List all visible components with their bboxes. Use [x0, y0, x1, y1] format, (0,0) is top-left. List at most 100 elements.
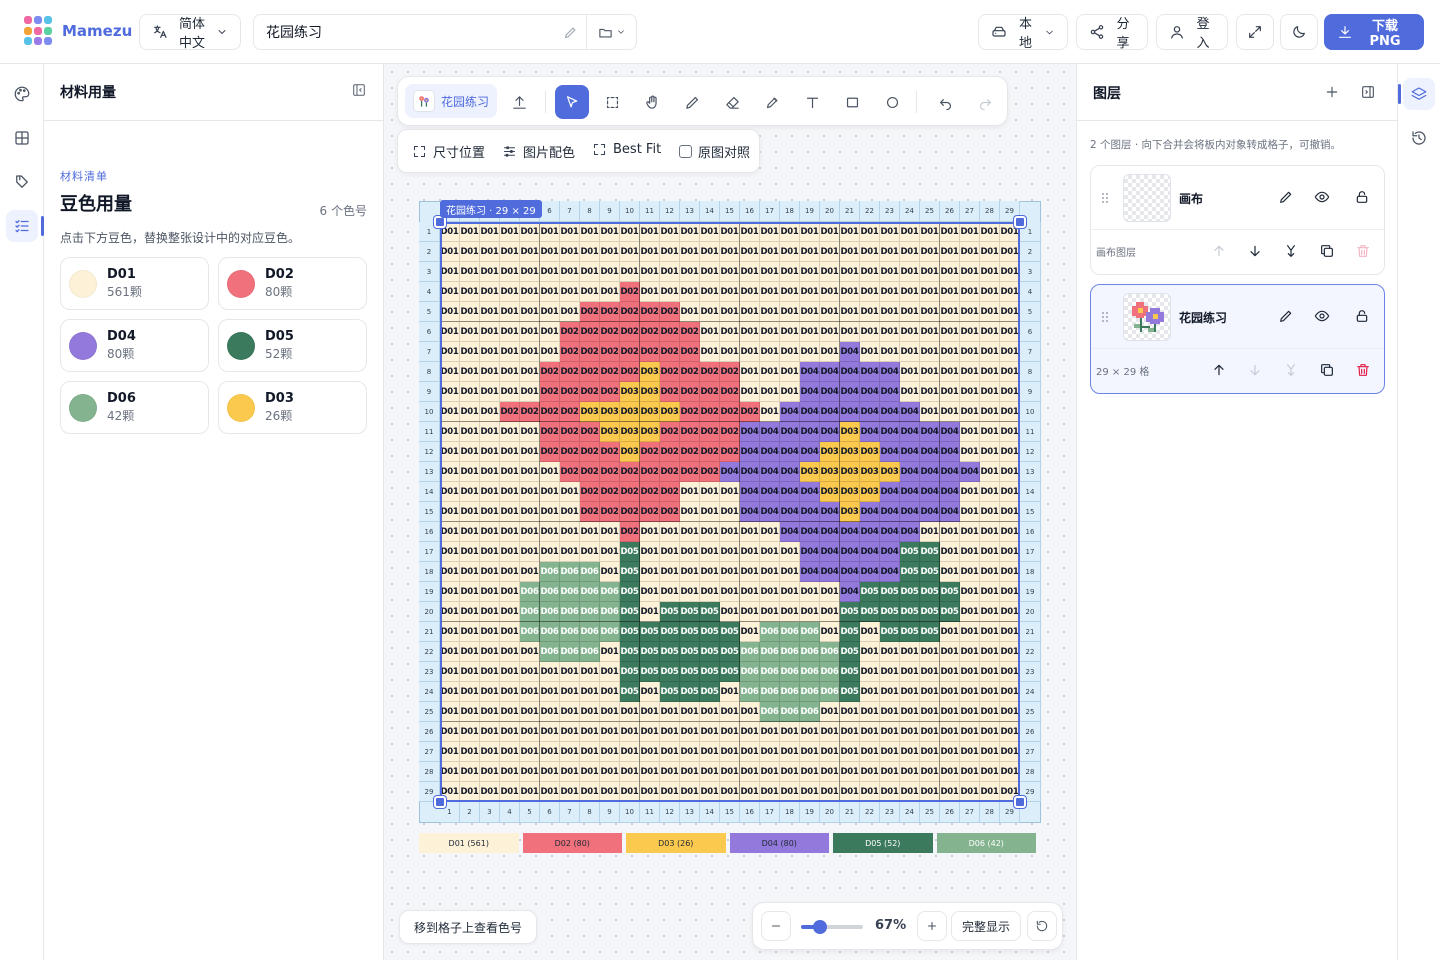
bead-color-card[interactable]: D03 26颗 [218, 381, 367, 434]
bead-cell[interactable]: D05 [900, 542, 920, 562]
bead-cell[interactable]: D01 [620, 782, 640, 802]
bead-cell[interactable]: D01 [700, 742, 720, 762]
bead-cell[interactable]: D01 [660, 242, 680, 262]
bead-cell[interactable]: D03 [880, 462, 900, 482]
bead-cell[interactable]: D01 [680, 702, 700, 722]
bead-cell[interactable]: D04 [960, 462, 980, 482]
bead-cell[interactable]: D01 [1000, 482, 1020, 502]
bead-cell[interactable]: D03 [660, 402, 680, 422]
bead-cell[interactable]: D01 [540, 462, 560, 482]
bead-cell[interactable]: D01 [980, 422, 1000, 442]
bead-cell[interactable]: D01 [940, 562, 960, 582]
bead-cell[interactable]: D01 [860, 622, 880, 642]
size-position-button[interactable]: 尺寸位置 [412, 142, 485, 161]
bead-cell[interactable]: D01 [900, 682, 920, 702]
bead-cell[interactable]: D06 [560, 562, 580, 582]
bead-cell[interactable]: D01 [440, 742, 460, 762]
bead-cell[interactable]: D03 [820, 482, 840, 502]
bead-cell[interactable]: D04 [900, 422, 920, 442]
bead-cell[interactable]: D05 [620, 662, 640, 682]
bead-cell[interactable]: D01 [800, 322, 820, 342]
bead-cell[interactable]: D01 [1000, 322, 1020, 342]
bead-cell[interactable]: D01 [900, 762, 920, 782]
bead-cell[interactable]: D06 [520, 622, 540, 642]
bead-cell[interactable]: D01 [880, 302, 900, 322]
bead-cell[interactable]: D01 [840, 222, 860, 242]
bead-cell[interactable]: D04 [880, 502, 900, 522]
bead-cell[interactable]: D01 [1000, 302, 1020, 322]
bead-cell[interactable]: D01 [700, 522, 720, 542]
bead-cell[interactable]: D02 [580, 342, 600, 362]
bead-cell[interactable]: D05 [620, 602, 640, 622]
bead-cell[interactable]: D01 [440, 762, 460, 782]
bead-cell[interactable]: D01 [760, 282, 780, 302]
bead-cell[interactable]: D01 [620, 742, 640, 762]
bead-cell[interactable]: D01 [900, 702, 920, 722]
bead-cell[interactable]: D01 [520, 302, 540, 322]
bead-cell[interactable]: D01 [460, 242, 480, 262]
bead-cell[interactable]: D05 [660, 642, 680, 662]
bead-cell[interactable]: D05 [620, 642, 640, 662]
bead-cell[interactable]: D05 [840, 662, 860, 682]
bead-cell[interactable]: D01 [520, 782, 540, 802]
marquee-tool[interactable] [595, 85, 629, 119]
bead-cell[interactable]: D01 [980, 242, 1000, 262]
bead-cell[interactable]: D04 [860, 422, 880, 442]
bead-cell[interactable]: D04 [880, 402, 900, 422]
bead-cell[interactable]: D04 [820, 502, 840, 522]
bead-cell[interactable]: D01 [980, 562, 1000, 582]
bead-cell[interactable]: D02 [660, 322, 680, 342]
bead-cell[interactable]: D04 [900, 442, 920, 462]
bead-cell[interactable]: D02 [720, 442, 740, 462]
bead-cell[interactable]: D01 [600, 562, 620, 582]
bead-cell[interactable]: D02 [620, 522, 640, 542]
bead-cell[interactable]: D01 [980, 282, 1000, 302]
bead-cell[interactable]: D03 [620, 442, 640, 462]
bead-cell[interactable]: D01 [1000, 402, 1020, 422]
bead-cell[interactable]: D01 [900, 782, 920, 802]
bead-cell[interactable]: D01 [800, 262, 820, 282]
bead-cell[interactable]: D01 [940, 382, 960, 402]
bead-cell[interactable]: D01 [740, 522, 760, 542]
bead-cell[interactable]: D06 [540, 622, 560, 642]
bead-cell[interactable]: D02 [540, 442, 560, 462]
bead-cell[interactable]: D02 [620, 322, 640, 342]
bead-cell[interactable]: D05 [920, 582, 940, 602]
bead-cell[interactable]: D01 [540, 762, 560, 782]
bead-cell[interactable]: D01 [540, 342, 560, 362]
bead-cell[interactable]: D01 [1000, 242, 1020, 262]
bead-cell[interactable]: D01 [760, 262, 780, 282]
sidebar-collapse-icon[interactable] [1360, 84, 1376, 100]
bead-cell[interactable]: D01 [500, 742, 520, 762]
bead-cell[interactable]: D01 [920, 342, 940, 362]
bead-cell[interactable]: D01 [1000, 602, 1020, 622]
bead-cell[interactable]: D01 [680, 302, 700, 322]
bead-cell[interactable]: D04 [840, 342, 860, 362]
bead-cell[interactable]: D02 [560, 402, 580, 422]
bead-cell[interactable]: D01 [540, 702, 560, 722]
bead-cell[interactable]: D01 [880, 702, 900, 722]
bead-cell[interactable]: D01 [440, 462, 460, 482]
bead-cell[interactable]: D01 [800, 282, 820, 302]
bead-cell[interactable]: D01 [900, 342, 920, 362]
bead-cell[interactable]: D04 [940, 482, 960, 502]
bead-cell[interactable]: D01 [840, 722, 860, 742]
bead-cell[interactable]: D04 [800, 402, 820, 422]
bead-cell[interactable]: D01 [640, 762, 660, 782]
bead-cell[interactable]: D01 [720, 522, 740, 542]
bead-cell[interactable]: D01 [500, 662, 520, 682]
rail-history-button[interactable] [1403, 122, 1435, 154]
bead-cell[interactable]: D04 [760, 462, 780, 482]
bead-cell[interactable]: D06 [780, 662, 800, 682]
bead-cell[interactable]: D01 [920, 682, 940, 702]
bead-cell[interactable]: D01 [760, 362, 780, 382]
bead-cell[interactable]: D04 [740, 462, 760, 482]
bead-cell[interactable]: D04 [860, 402, 880, 422]
bead-cell[interactable]: D01 [700, 562, 720, 582]
bead-cell[interactable]: D01 [480, 682, 500, 702]
bead-cell[interactable]: D06 [800, 622, 820, 642]
bead-cell[interactable]: D01 [480, 462, 500, 482]
bead-cell[interactable]: D01 [820, 782, 840, 802]
bead-color-card[interactable]: D06 42颗 [60, 381, 209, 434]
bead-cell[interactable]: D01 [1000, 702, 1020, 722]
